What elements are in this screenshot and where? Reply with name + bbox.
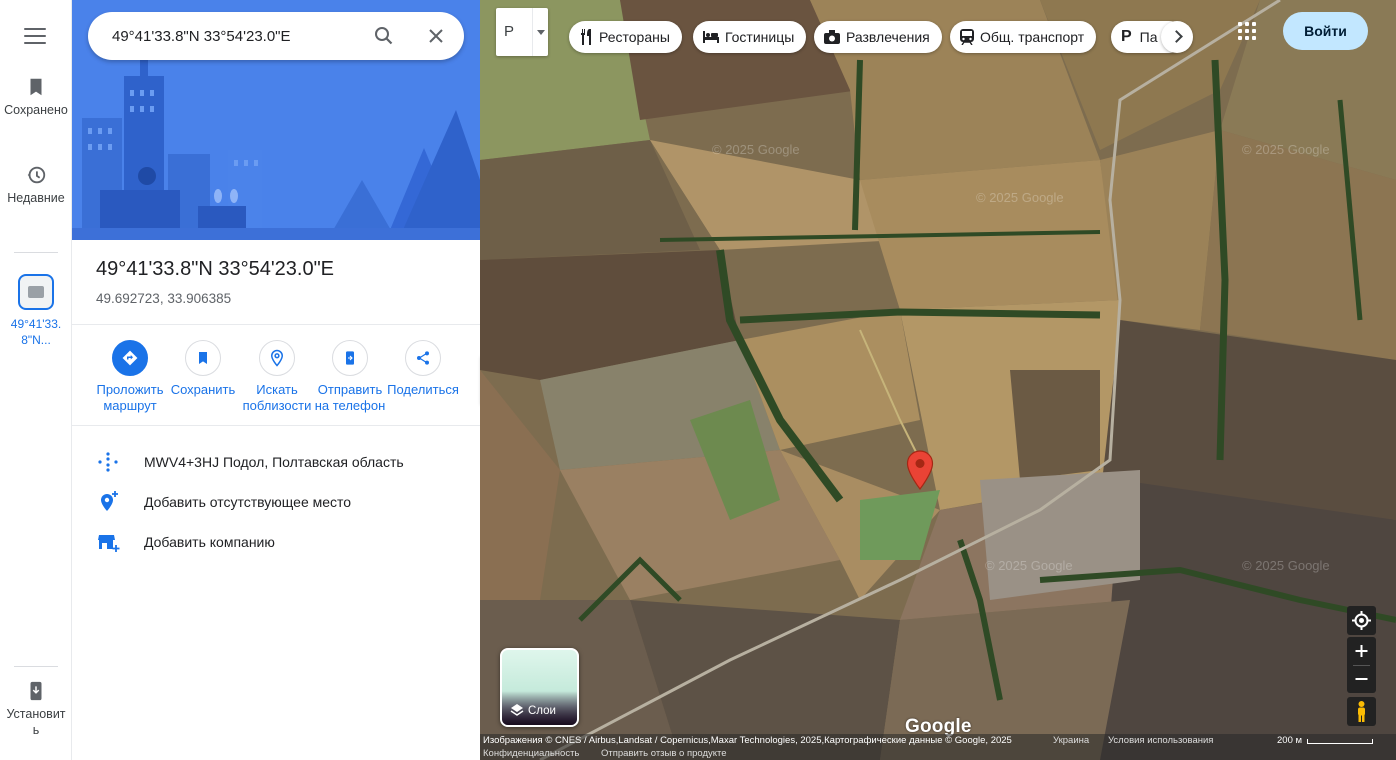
chip-restaurants[interactable]: Рестораны (569, 21, 682, 53)
terms-link[interactable]: Условия использования (1108, 735, 1213, 746)
divider (72, 425, 480, 426)
menu-icon[interactable] (24, 28, 46, 44)
nearby-button[interactable]: Искать поблизости (239, 340, 315, 414)
chip-transit[interactable]: Общ. транспорт (950, 21, 1097, 53)
directions-icon (122, 350, 138, 366)
zoom-out-button[interactable] (1347, 665, 1376, 693)
satellite-map[interactable]: © 2025 Google © 2025 Google © 2025 Googl… (480, 0, 1396, 760)
chip-label: Гостиницы (725, 29, 795, 45)
action-label: Сохранить (170, 382, 236, 397)
search-box (88, 12, 464, 60)
chip-label: Общ. транспорт (980, 29, 1085, 45)
layers-button[interactable]: Слои (500, 648, 579, 727)
chevron-down-icon[interactable] (532, 8, 548, 56)
privacy-link[interactable]: Конфиденциальность (483, 748, 579, 759)
parking-icon: P (1121, 28, 1132, 45)
share-icon (417, 351, 429, 365)
rail-item-label: Установить (6, 707, 66, 737)
page-title: 49°41'33.8"N 33°54'23.0"E (96, 258, 335, 280)
action-label: Искать поблизости (242, 382, 312, 413)
rail-item-label: Недавние (7, 191, 65, 205)
chip-label: Па (1139, 29, 1158, 45)
close-icon[interactable] (424, 24, 448, 48)
add-business-row[interactable]: Добавить компанию (72, 522, 480, 562)
rail-item-saved[interactable]: Сохранено (0, 76, 72, 118)
action-label: Поделиться (387, 382, 459, 397)
crosshair-icon (1352, 611, 1371, 630)
bookmark-icon (30, 78, 42, 96)
recent-place-thumbnail (18, 274, 54, 310)
plus-code-row[interactable]: MWV4+3HJ Подол, Полтавская область (72, 442, 480, 482)
search-input[interactable] (112, 12, 362, 60)
action-bar: Проложить маршрут Сохранить Искать побли… (92, 340, 464, 420)
pegman-icon (1358, 701, 1365, 722)
save-button[interactable]: Сохранить (166, 340, 240, 398)
chip-entertainment[interactable]: Развлечения (814, 21, 942, 53)
chip-label: Развлечения (846, 29, 930, 45)
share-button[interactable]: Поделиться (384, 340, 462, 398)
feedback-link[interactable]: Отправить отзыв о продукте (601, 748, 727, 759)
send-to-phone-icon (346, 351, 354, 365)
chip-hotels[interactable]: Гостиницы (693, 21, 807, 53)
map-type-switcher[interactable]: Р (496, 8, 548, 56)
phone-install-icon (30, 681, 42, 701)
scale-bar[interactable] (1307, 739, 1373, 744)
add-business-icon (98, 535, 120, 552)
directions-button[interactable]: Проложить маршрут (93, 340, 167, 414)
imagery-attribution: Изображения © CNES / Airbus,Landsat / Co… (483, 735, 1012, 746)
navigation-rail: Сохранено Недавние 49°41'33.8"N... Устан… (0, 0, 72, 760)
my-location-button[interactable] (1347, 606, 1376, 635)
info-label: Добавить компанию (144, 534, 275, 550)
action-label: Проложить маршрут (96, 382, 164, 413)
watermark: © 2025 Google (712, 142, 800, 157)
send-to-phone-button[interactable]: Отправить на телефон (312, 340, 388, 414)
restaurant-icon (581, 29, 591, 45)
apps-grid-icon[interactable] (1238, 22, 1260, 44)
info-label: Добавить отсутствующее место (144, 494, 352, 510)
map-type-label: Р (504, 23, 515, 40)
transit-icon (960, 29, 974, 45)
search-icon[interactable] (372, 24, 396, 48)
street-view-pegman[interactable] (1347, 697, 1376, 726)
rail-divider (14, 252, 58, 253)
info-label: MWV4+3HJ Подол, Полтавская область (144, 454, 404, 470)
camera-icon (824, 30, 840, 44)
watermark: © 2025 Google (1242, 142, 1330, 157)
add-place-icon (101, 491, 118, 511)
bookmark-icon (199, 352, 207, 364)
chips-scroll-right-button[interactable] (1161, 21, 1193, 53)
watermark: © 2025 Google (985, 558, 1073, 573)
nearby-search-icon (270, 349, 284, 367)
add-place-row[interactable]: Добавить отсутствующее место (72, 482, 480, 522)
layers-icon (510, 704, 524, 716)
rail-item-recent[interactable]: Недавние (0, 164, 72, 206)
scale-label[interactable]: 200 м (1277, 735, 1302, 746)
plus-code-icon (98, 452, 118, 472)
watermark: © 2025 Google (976, 190, 1064, 205)
layers-label: Слои (528, 705, 556, 717)
divider (72, 324, 480, 325)
map-footer: Изображения © CNES / Airbus,Landsat / Co… (480, 734, 1396, 760)
rail-item-recent-place[interactable]: 49°41'33.8"N... (0, 274, 72, 348)
zoom-control (1347, 637, 1376, 693)
rail-divider (14, 666, 58, 667)
location-pin-icon[interactable] (906, 450, 934, 490)
history-icon (27, 166, 46, 184)
place-panel: 49°41'33.8"N 33°54'23.0"E 49.692723, 33.… (72, 0, 480, 760)
country-link[interactable]: Украина (1053, 735, 1089, 746)
rail-item-label: 49°41'33.8"N... (10, 317, 62, 347)
satellite-imagery (480, 0, 1396, 760)
rail-item-label: Сохранено (4, 103, 68, 117)
watermark: © 2025 Google (1242, 558, 1330, 573)
hotel-icon (703, 31, 719, 43)
chip-label: Рестораны (599, 29, 670, 45)
action-label: Отправить на телефон (314, 382, 386, 413)
decimal-coordinates: 49.692723, 33.906385 (96, 291, 232, 306)
zoom-in-button[interactable] (1347, 637, 1376, 665)
rail-item-install[interactable]: Установить (0, 680, 72, 738)
sign-in-button[interactable]: Войти (1283, 12, 1368, 50)
